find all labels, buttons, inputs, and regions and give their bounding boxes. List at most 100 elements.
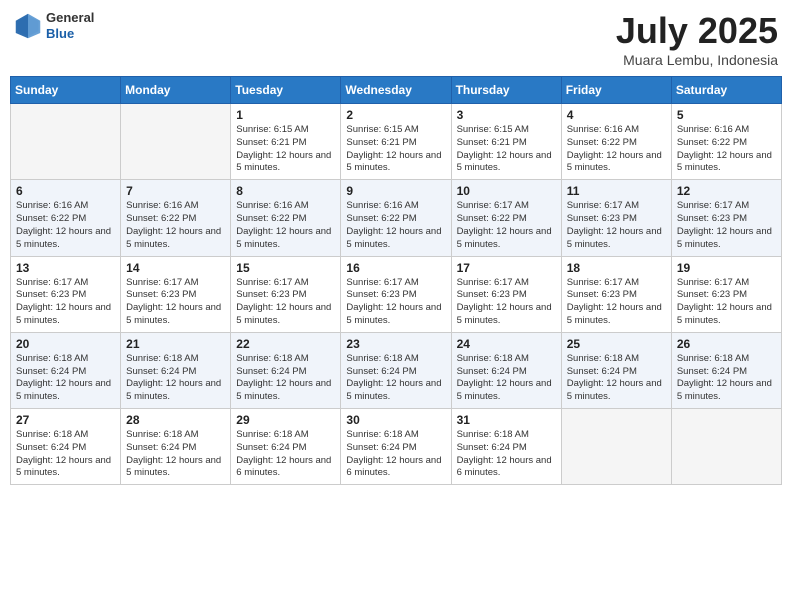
table-row: 30 Sunrise: 6:18 AMSunset: 6:24 PMDayligh… — [341, 409, 451, 485]
weekday-header-row: Sunday Monday Tuesday Wednesday Thursday… — [11, 77, 782, 104]
day-number: 28 — [126, 413, 225, 427]
day-number: 21 — [126, 337, 225, 351]
day-info: Sunrise: 6:15 AMSunset: 6:21 PMDaylight:… — [236, 124, 335, 175]
day-number: 17 — [457, 261, 556, 275]
day-number: 16 — [346, 261, 445, 275]
table-row: 12 Sunrise: 6:17 AMSunset: 6:23 PMDayligh… — [671, 180, 781, 256]
title-block: July 2025 Muara Lembu, Indonesia — [616, 10, 778, 68]
day-number: 30 — [346, 413, 445, 427]
day-info: Sunrise: 6:15 AMSunset: 6:21 PMDaylight:… — [457, 124, 556, 175]
table-row: 21 Sunrise: 6:18 AMSunset: 6:24 PMDayligh… — [121, 332, 231, 408]
day-info: Sunrise: 6:17 AMSunset: 6:23 PMDaylight:… — [677, 277, 776, 328]
day-info: Sunrise: 6:16 AMSunset: 6:22 PMDaylight:… — [126, 200, 225, 251]
table-row: 4Sunrise: 6:16 AMSunset: 6:22 PMDaylight… — [561, 104, 671, 180]
day-info: Sunrise: 6:18 AMSunset: 6:24 PMDaylight:… — [236, 353, 335, 404]
table-row: 18Sunrise: 6:17 AMSunset: 6:23 PMDayligh… — [561, 256, 671, 332]
table-row: 10 Sunrise: 6:17 AMSunset: 6:22 PMDayligh… — [451, 180, 561, 256]
day-number: 26 — [677, 337, 776, 351]
calendar-week-row: 6Sunrise: 6:16 AMSunset: 6:22 PMDaylight… — [11, 180, 782, 256]
day-number: 20 — [16, 337, 115, 351]
table-row: 5 Sunrise: 6:16 AMSunset: 6:22 PMDaylight… — [671, 104, 781, 180]
day-info: Sunrise: 6:16 AMSunset: 6:22 PMDaylight:… — [677, 124, 776, 175]
day-info: Sunrise: 6:16 AMSunset: 6:22 PMDaylight:… — [567, 124, 666, 175]
day-number: 15 — [236, 261, 335, 275]
day-info: Sunrise: 6:16 AMSunset: 6:22 PMDaylight:… — [236, 200, 335, 251]
day-number: 14 — [126, 261, 225, 275]
day-number: 8 — [236, 184, 335, 198]
table-row: 27 Sunrise: 6:18 AMSunset: 6:24 PMDayligh… — [11, 409, 121, 485]
day-number: 29 — [236, 413, 335, 427]
header-tuesday: Tuesday — [231, 77, 341, 104]
table-row — [11, 104, 121, 180]
day-number: 25 — [567, 337, 666, 351]
day-number: 13 — [16, 261, 115, 275]
day-info: Sunrise: 6:17 AMSunset: 6:23 PMDaylight:… — [677, 200, 776, 251]
table-row — [671, 409, 781, 485]
table-row: 1 Sunrise: 6:15 AMSunset: 6:21 PMDaylight… — [231, 104, 341, 180]
day-info: Sunrise: 6:16 AMSunset: 6:22 PMDaylight:… — [346, 200, 445, 251]
table-row: 6Sunrise: 6:16 AMSunset: 6:22 PMDaylight… — [11, 180, 121, 256]
calendar-table: Sunday Monday Tuesday Wednesday Thursday… — [10, 76, 782, 485]
day-number: 31 — [457, 413, 556, 427]
table-row: 11Sunrise: 6:17 AMSunset: 6:23 PMDayligh… — [561, 180, 671, 256]
day-info: Sunrise: 6:18 AMSunset: 6:24 PMDaylight:… — [16, 429, 115, 480]
table-row: 31 Sunrise: 6:18 AMSunset: 6:24 PMDayligh… — [451, 409, 561, 485]
day-info: Sunrise: 6:17 AMSunset: 6:23 PMDaylight:… — [236, 277, 335, 328]
day-info: Sunrise: 6:15 AMSunset: 6:21 PMDaylight:… — [346, 124, 445, 175]
header-thursday: Thursday — [451, 77, 561, 104]
calendar-week-row: 20 Sunrise: 6:18 AMSunset: 6:24 PMDayligh… — [11, 332, 782, 408]
table-row: 8 Sunrise: 6:16 AMSunset: 6:22 PMDaylight… — [231, 180, 341, 256]
day-number: 19 — [677, 261, 776, 275]
table-row: 24Sunrise: 6:18 AMSunset: 6:24 PMDayligh… — [451, 332, 561, 408]
header-sunday: Sunday — [11, 77, 121, 104]
logo-text: General Blue — [46, 10, 94, 41]
day-number: 12 — [677, 184, 776, 198]
logo-general: General — [46, 10, 94, 26]
day-info: Sunrise: 6:18 AMSunset: 6:24 PMDaylight:… — [126, 429, 225, 480]
calendar-week-row: 13 Sunrise: 6:17 AMSunset: 6:23 PMDayligh… — [11, 256, 782, 332]
day-number: 5 — [677, 108, 776, 122]
table-row: 13Sunrise: 6:17 AMSunset: 6:23 PMDayligh… — [11, 256, 121, 332]
page-header: General Blue July 2025 Muara Lembu, Indo… — [10, 10, 782, 68]
day-info: Sunrise: 6:18 AMSunset: 6:24 PMDaylight:… — [457, 429, 556, 480]
day-info: Sunrise: 6:17 AMSunset: 6:23 PMDaylight:… — [567, 200, 666, 251]
day-number: 10 — [457, 184, 556, 198]
table-row: 20 Sunrise: 6:18 AMSunset: 6:24 PMDayligh… — [11, 332, 121, 408]
header-saturday: Saturday — [671, 77, 781, 104]
day-number: 9 — [346, 184, 445, 198]
day-number: 22 — [236, 337, 335, 351]
day-info: Sunrise: 6:18 AMSunset: 6:24 PMDaylight:… — [236, 429, 335, 480]
table-row: 28 Sunrise: 6:18 AMSunset: 6:24 PMDayligh… — [121, 409, 231, 485]
day-info: Sunrise: 6:18 AMSunset: 6:24 PMDaylight:… — [677, 353, 776, 404]
day-info: Sunrise: 6:17 AMSunset: 6:23 PMDaylight:… — [346, 277, 445, 328]
table-row: 22 Sunrise: 6:18 AMSunset: 6:24 PMDayligh… — [231, 332, 341, 408]
day-info: Sunrise: 6:17 AMSunset: 6:22 PMDaylight:… — [457, 200, 556, 251]
title-location: Muara Lembu, Indonesia — [616, 52, 778, 68]
table-row: 9 Sunrise: 6:16 AMSunset: 6:22 PMDaylight… — [341, 180, 451, 256]
day-number: 23 — [346, 337, 445, 351]
day-info: Sunrise: 6:18 AMSunset: 6:24 PMDaylight:… — [126, 353, 225, 404]
day-info: Sunrise: 6:17 AMSunset: 6:23 PMDaylight:… — [126, 277, 225, 328]
day-number: 18 — [567, 261, 666, 275]
day-number: 1 — [236, 108, 335, 122]
title-month: July 2025 — [616, 10, 778, 52]
header-friday: Friday — [561, 77, 671, 104]
day-info: Sunrise: 6:18 AMSunset: 6:24 PMDaylight:… — [346, 429, 445, 480]
header-wednesday: Wednesday — [341, 77, 451, 104]
table-row: 25 Sunrise: 6:18 AMSunset: 6:24 PMDayligh… — [561, 332, 671, 408]
table-row: 29 Sunrise: 6:18 AMSunset: 6:24 PMDayligh… — [231, 409, 341, 485]
day-info: Sunrise: 6:18 AMSunset: 6:24 PMDaylight:… — [567, 353, 666, 404]
logo: General Blue — [14, 10, 94, 41]
table-row: 15 Sunrise: 6:17 AMSunset: 6:23 PMDayligh… — [231, 256, 341, 332]
calendar-week-row: 27 Sunrise: 6:18 AMSunset: 6:24 PMDayligh… — [11, 409, 782, 485]
calendar-week-row: 1 Sunrise: 6:15 AMSunset: 6:21 PMDaylight… — [11, 104, 782, 180]
table-row: 14 Sunrise: 6:17 AMSunset: 6:23 PMDayligh… — [121, 256, 231, 332]
table-row: 3Sunrise: 6:15 AMSunset: 6:21 PMDaylight… — [451, 104, 561, 180]
table-row: 16 Sunrise: 6:17 AMSunset: 6:23 PMDayligh… — [341, 256, 451, 332]
logo-icon — [14, 12, 42, 40]
day-number: 24 — [457, 337, 556, 351]
day-info: Sunrise: 6:18 AMSunset: 6:24 PMDaylight:… — [16, 353, 115, 404]
table-row: 19 Sunrise: 6:17 AMSunset: 6:23 PMDayligh… — [671, 256, 781, 332]
table-row: 23Sunrise: 6:18 AMSunset: 6:24 PMDayligh… — [341, 332, 451, 408]
day-number: 27 — [16, 413, 115, 427]
